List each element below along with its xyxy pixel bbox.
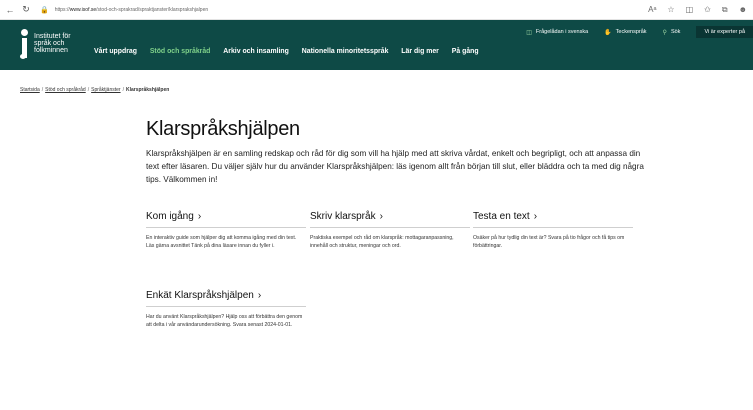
favorite-star-icon[interactable]: ☆ — [667, 5, 674, 15]
card-title-link[interactable]: Testa en text › — [473, 211, 633, 228]
card-title-link[interactable]: Kom igång › — [146, 211, 306, 228]
breadcrumb-separator: / — [87, 87, 90, 93]
chevron-right-icon: › — [533, 211, 538, 222]
card-testa-en-text[interactable]: Testa en text › Osäker på hur tydlig din … — [473, 211, 633, 251]
logo-mark-icon — [20, 29, 30, 59]
card-title-text: Enkät Klarspråkshjälpen — [146, 290, 254, 301]
nav-item-minoritetssprak[interactable]: Nationella minoritetsspråk — [302, 46, 389, 55]
chevron-right-icon: › — [197, 211, 202, 222]
nav-item-arkiv[interactable]: Arkiv och insamling — [223, 46, 289, 55]
breadcrumb-link[interactable]: Språktjänster — [91, 87, 120, 93]
search-label: Sök — [670, 29, 681, 35]
logo-line: folkminnen — [34, 47, 68, 54]
browser-toolbar: ← ↻ 🔒 https://www.isof.se/stod-och-sprak… — [0, 0, 753, 20]
collections-icon[interactable]: ⧉ — [722, 5, 728, 15]
nav-item-stod[interactable]: Stöd och språkråd — [150, 46, 211, 55]
url-prefix: https:// — [54, 6, 70, 13]
nav-item-uppdrag[interactable]: Vårt uppdrag — [94, 46, 137, 55]
site-header: Institutet för språk och folkminnen ◫ Frå… — [0, 20, 753, 70]
main-content: Klarspråkshjälpen Klarspråkshjälpen är e… — [146, 118, 646, 186]
speech-bubble-icon: ◫ — [526, 29, 532, 36]
url-path: /stod-och-sprakrad/spraktjanster/klarspr… — [96, 6, 209, 13]
logo-text: Institutet för språk och folkminnen — [34, 33, 71, 54]
search-icon: ⚲ — [662, 29, 667, 36]
card-skriv-klarsprak[interactable]: Skriv klarspråk › Praktiska exempel och r… — [310, 211, 470, 251]
hand-icon: ✋ — [604, 29, 612, 36]
browser-tools: Aᵃ ☆ ◫ ✩ ⧉ ☻ — [648, 5, 747, 15]
search-button[interactable]: ⚲ Sök — [663, 29, 681, 36]
nav-item-lar-dig-mer[interactable]: Lär dig mer — [401, 46, 439, 55]
read-aloud-icon[interactable]: Aᵃ — [648, 5, 656, 15]
utility-bar: ◫ Frågelådan i svenska ✋ Teckenspråk ⚲ Sök … — [526, 26, 753, 38]
card-enkat[interactable]: Enkät Klarspråkshjälpen › Har du använt K… — [146, 290, 306, 330]
logo-line: Institutet för — [34, 33, 71, 40]
card-description: En interaktiv guide som hjälper dig att … — [146, 235, 297, 250]
nav-item-pa-gang[interactable]: På gång — [452, 46, 479, 55]
breadcrumb-current: Klarspråkshjälpen — [125, 87, 170, 93]
card-description: Praktiska exempel och råd om klarspråk: … — [310, 235, 454, 250]
intro-text: Klarspråkshjälpen är en samling redskap … — [146, 149, 644, 184]
question-box-label: Frågelådan i svenska — [535, 29, 589, 35]
isof-logo[interactable]: Institutet för språk och folkminnen — [20, 29, 71, 59]
card-kom-igang[interactable]: Kom igång › En interaktiv guide som hjälp… — [146, 211, 306, 251]
experts-button[interactable]: Vi är experter på — [696, 26, 753, 38]
card-title-text: Skriv klarspråk — [310, 211, 376, 222]
sign-language-link[interactable]: ✋ Teckenspråk — [604, 29, 646, 36]
chevron-right-icon: › — [257, 290, 262, 301]
logo-line: språk och — [34, 40, 65, 47]
page-title: Klarspråkshjälpen — [146, 118, 300, 140]
profile-icon[interactable]: ☻ — [739, 5, 747, 15]
address-bar[interactable]: https://www.isof.se/stod-och-sprakrad/sp… — [55, 7, 208, 13]
main-navigation: Vårt uppdrag Stöd och språkråd Arkiv och… — [94, 46, 479, 55]
breadcrumb-separator: / — [41, 87, 44, 93]
url-domain: www.isof.se — [69, 6, 97, 13]
breadcrumb-separator: / — [122, 87, 124, 93]
card-description: Osäker på hur tydlig din text är? Svara … — [473, 235, 625, 250]
split-screen-icon[interactable]: ◫ — [686, 5, 694, 15]
chevron-right-icon: › — [379, 211, 383, 222]
card-title-link[interactable]: Enkät Klarspråkshjälpen › — [146, 290, 306, 307]
breadcrumb-link[interactable]: Startsida — [20, 87, 40, 93]
card-description: Har du använt Klarspråkshjälpen? Hjälp o… — [146, 314, 303, 329]
favorites-icon[interactable]: ✩ — [704, 5, 711, 15]
card-title-text: Testa en text — [473, 211, 530, 222]
reload-icon[interactable]: ↻ — [20, 4, 32, 15]
lock-icon: 🔒 — [40, 6, 49, 14]
card-title-text: Kom igång — [146, 211, 194, 222]
sign-language-label: Teckenspråk — [615, 29, 647, 35]
breadcrumb-link[interactable]: Stöd och språkråd — [45, 87, 86, 93]
question-box-link[interactable]: ◫ Frågelådan i svenska — [526, 29, 588, 36]
card-title-link[interactable]: Skriv klarspråk › — [310, 211, 470, 228]
breadcrumb: Startsida / Stöd och språkråd / Språktjänste… — [20, 87, 169, 93]
back-arrow-icon[interactable]: ← — [4, 5, 16, 15]
